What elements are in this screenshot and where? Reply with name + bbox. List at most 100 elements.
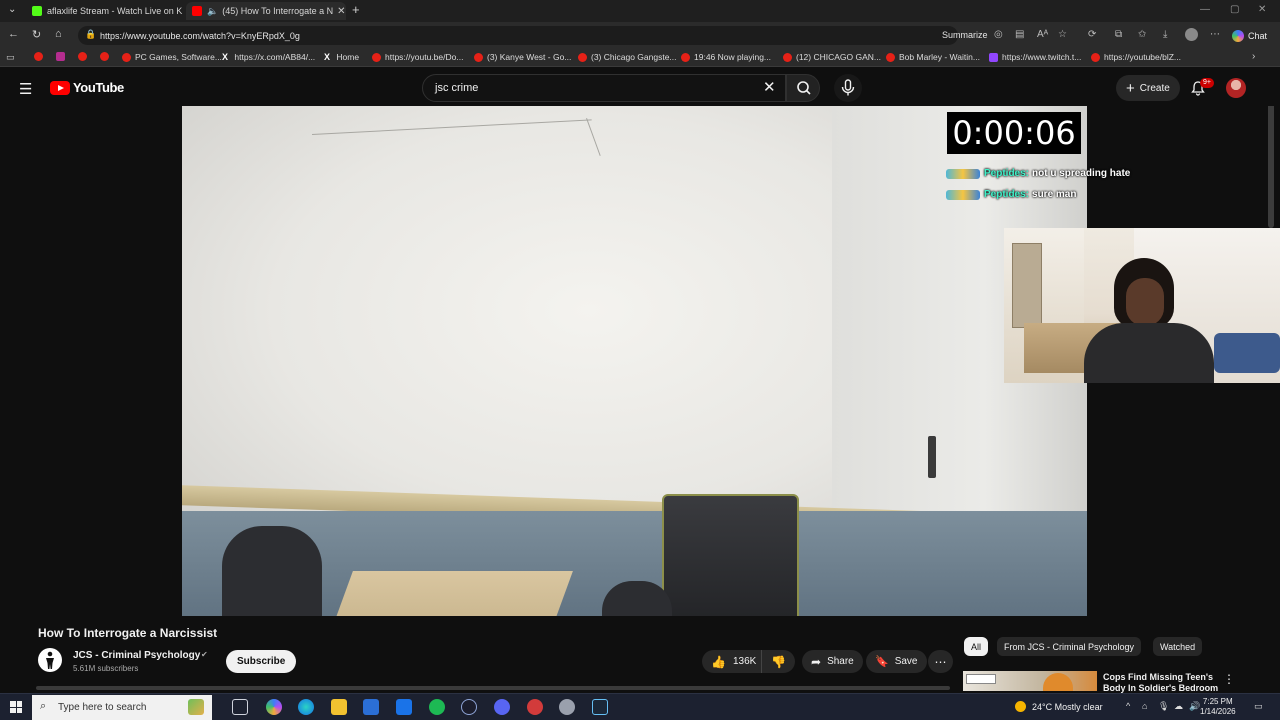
horizontal-scrollbar[interactable] [36,686,950,690]
maximize-icon[interactable]: ▢ [1230,4,1239,15]
video-frame[interactable] [182,106,1087,616]
recommended-video-title[interactable]: Cops Find Missing Teen's Body In Soldier… [1103,672,1223,694]
chip-from-channel[interactable]: From JCS - Criminal Psychology [997,637,1142,656]
extensions-icon[interactable]: ⟳ [1088,29,1096,40]
file-explorer-icon[interactable] [331,699,347,715]
account-avatar[interactable] [1226,78,1246,98]
app-icon[interactable] [559,699,575,715]
bookmark-item[interactable]: Bob Marley - Waitin... [886,52,980,62]
bookmark-item[interactable]: X https://x.com/AB84/... [222,52,315,62]
summarize-button[interactable]: Summarize [942,30,988,40]
microphone-tray-icon[interactable]: 🎙 [1158,701,1169,712]
volume-icon[interactable]: 🔊 [1189,701,1200,712]
close-tab-icon[interactable]: ✕ [333,6,345,17]
create-button[interactable]: + Create [1116,75,1180,101]
taskbar-clock[interactable]: 7:25 PM 1/14/2026 [1200,697,1236,717]
app-icon[interactable] [461,699,477,715]
close-window-icon[interactable]: ✕ [1258,4,1266,15]
split-screen-icon[interactable]: ⧉ [1115,29,1122,40]
share-button[interactable]: ➦ Share [802,650,863,673]
minimize-icon[interactable]: — [1200,4,1210,15]
save-button[interactable]: 🔖 Save [866,650,927,673]
profile-avatar[interactable] [1185,28,1198,41]
wifi-icon[interactable]: ☁ [1174,701,1183,712]
bookmark-item[interactable]: (3) Chicago Gangste... [578,52,677,62]
widgets-icon[interactable] [188,699,204,715]
tab-actions-chevron-icon[interactable]: ⌄ [8,4,16,15]
channel-avatar[interactable] [38,648,62,672]
bookmark-item[interactable]: https://youtu.be/Do... [372,52,463,62]
webcam-person-hoodie [1084,323,1214,383]
channel-name[interactable]: JCS - Criminal Psychology [73,650,200,661]
tab-kick-stream[interactable]: aflaxlife Stream - Watch Live on K ✕ [26,2,186,20]
refresh-icon[interactable]: ↻ [32,28,41,41]
more-actions-button[interactable]: ⋯ [928,650,953,673]
voice-search-button[interactable] [834,74,862,102]
tray-overflow-icon[interactable]: ^ [1126,701,1130,711]
taskbar-search-box[interactable]: ⌕ Type here to search [32,695,212,720]
read-aloud-icon[interactable]: Aᴬ [1037,29,1048,40]
x-icon: X [324,52,331,62]
home-icon[interactable]: ⌂ [55,28,62,40]
app-icon[interactable] [527,699,543,715]
bookmark-item[interactable] [34,52,47,61]
chip-all[interactable]: All [964,637,989,656]
weather-widget[interactable]: 24°C Mostly clear [1015,701,1103,712]
youtube-logo[interactable]: YouTube [50,80,124,95]
new-tab-button[interactable]: + [352,2,360,17]
notification-center-icon[interactable]: ▭ [1254,701,1263,712]
copilot-icon[interactable] [266,699,282,715]
bookmark-item[interactable]: X Home [324,52,359,62]
dislike-button[interactable]: 👎 [761,650,795,673]
bookmark-item[interactable] [100,52,113,61]
bookmark-item[interactable]: https://youtube/blZ... [1091,52,1181,62]
windows-start-icon[interactable] [10,701,22,713]
spotify-icon[interactable] [429,699,445,715]
like-button[interactable]: 👍 136K [702,650,761,673]
bookmark-item[interactable] [78,52,91,61]
copilot-chat-button[interactable]: Chat [1232,27,1267,44]
recommended-more-icon[interactable]: ⋮ [1223,672,1235,686]
bookmark-item[interactable]: (3) Kanye West - Go... [474,52,571,62]
downloads-icon[interactable]: ⤓ [1163,29,1167,40]
discord-icon[interactable] [494,699,510,715]
video-scene-ceiling-line [312,119,592,135]
address-bar[interactable]: 🔒 https://www.youtube.com/watch?v=KnyERp… [78,26,958,45]
edge-browser-icon[interactable] [298,699,314,715]
search-input[interactable]: jsc crime [422,74,786,102]
bookmarks-menu-icon[interactable]: ▭ [6,52,15,63]
reading-view-icon[interactable]: ▤ [1015,29,1024,40]
subscribe-button[interactable]: Subscribe [226,650,297,673]
favorite-star-icon[interactable]: ☆ [1058,29,1067,40]
bookmark-label: PC Games, Software... [135,52,222,62]
page-scrollbar-thumb[interactable] [1268,106,1274,228]
youtube-icon [34,52,43,61]
more-options-icon[interactable]: ⋯ [1210,29,1220,40]
menu-icon[interactable]: ☰ [19,80,32,98]
bookmarks-overflow-icon[interactable]: › [1252,51,1255,62]
microsoft-store-icon[interactable] [363,699,379,715]
overlay-chat-message: Peptides: not u spreading hate [946,168,1130,179]
favorites-icon[interactable]: ✩ [1138,29,1146,40]
steam-icon[interactable] [592,699,608,715]
back-icon[interactable]: ← [8,28,19,40]
video-player[interactable]: 0:00:06 Peptides: not u spreading hate P… [0,106,1280,616]
bookmark-item[interactable]: PC Games, Software... [122,52,222,62]
search-button[interactable] [786,74,820,102]
chat-label: Chat [1248,30,1268,41]
tab-title: (45) How To Interrogate a N [222,6,334,16]
copilot-icon[interactable]: ◎ [994,29,1003,40]
bookmark-item[interactable]: (12) CHICAGO GAN... [783,52,881,62]
bookmark-item[interactable]: https://www.twitch.t... [989,52,1081,62]
task-view-icon[interactable] [232,699,248,715]
bookmark-item[interactable] [56,52,69,61]
speaker-icon[interactable]: 🔈 [207,6,218,17]
tab-youtube-video[interactable]: 🔈 (45) How To Interrogate a N ✕ [186,2,346,20]
clear-search-icon[interactable]: ✕ [763,78,776,96]
podcasts-icon [56,52,65,61]
network-icon[interactable]: ⌂ [1142,701,1147,711]
recommended-video-thumbnail[interactable] [963,671,1097,691]
bookmark-item[interactable]: 19:46 Now playing... [681,52,771,62]
chip-watched[interactable]: Watched [1153,637,1203,656]
outlook-icon[interactable] [396,699,412,715]
